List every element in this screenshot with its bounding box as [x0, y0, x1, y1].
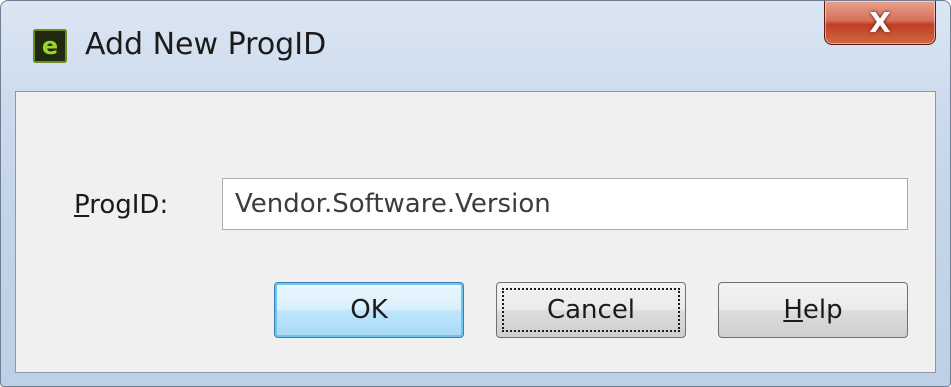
ok-button[interactable]: OK: [274, 282, 464, 338]
progid-input[interactable]: Vendor.Software.Version: [222, 178, 908, 230]
dialog-body: ProgID: Vendor.Software.Version OK Cance…: [15, 91, 936, 373]
ok-button-label: OK: [350, 295, 388, 325]
title-bar[interactable]: e Add New ProgID X: [1, 1, 950, 73]
help-button[interactable]: Help: [718, 282, 908, 338]
window-title: Add New ProgID: [85, 27, 327, 62]
close-button[interactable]: X: [824, 1, 936, 45]
help-button-label: elp: [802, 295, 843, 325]
progid-label-text: rogID:: [89, 190, 169, 220]
progid-input-placeholder: Vendor.Software.Version: [235, 189, 551, 219]
help-button-accelerator: H: [783, 295, 803, 325]
focus-rectangle: [502, 288, 680, 332]
app-logo-icon: e: [33, 29, 67, 63]
progid-label-accelerator: P: [74, 190, 90, 220]
dialog-window: e Add New ProgID X ProgID: Vendor.Softwa…: [0, 0, 951, 387]
progid-label: ProgID:: [74, 190, 168, 220]
close-icon: X: [869, 6, 891, 39]
cancel-button[interactable]: Cancel: [496, 282, 686, 338]
